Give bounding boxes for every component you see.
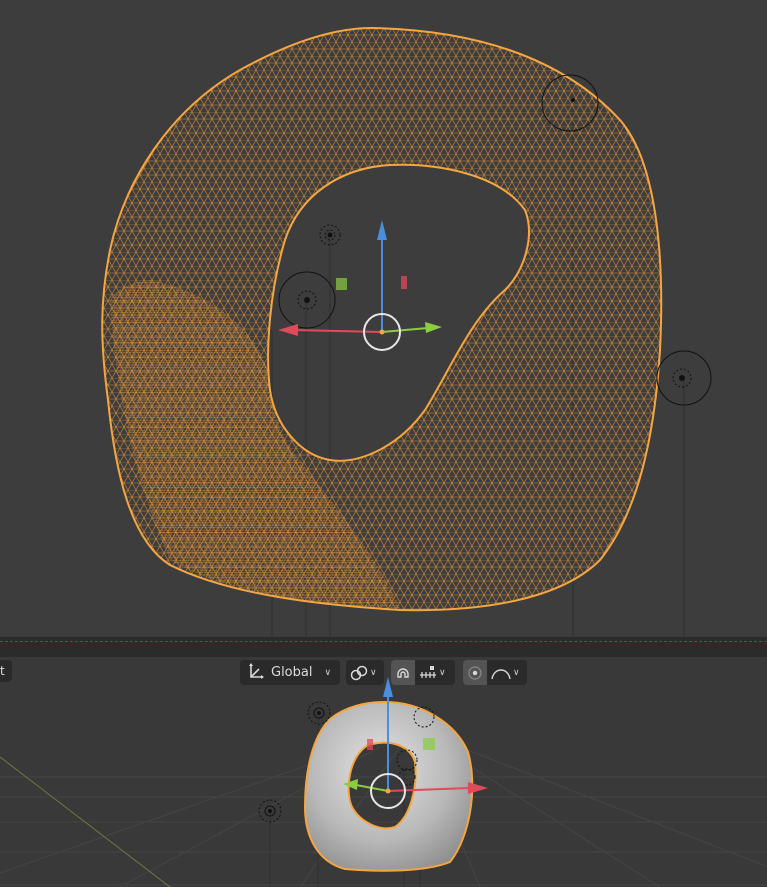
splitter-dashed-line <box>0 641 767 642</box>
proportional-edit-icon[interactable] <box>463 660 487 685</box>
transform-gizmo[interactable] <box>278 220 442 351</box>
chevron-down-icon: ∨ <box>324 667 332 678</box>
proportional-edit-controls[interactable]: ∨ <box>463 660 527 685</box>
falloff-curve-icon[interactable] <box>491 660 511 685</box>
pivot-point-dropdown[interactable]: ∨ <box>346 660 384 685</box>
snap-magnet-icon[interactable] <box>391 660 415 685</box>
viewport-top-wireframe[interactable] <box>0 0 767 637</box>
wireframe-canvas <box>101 26 712 637</box>
mode-selector-stub[interactable]: t <box>0 660 12 682</box>
orientation-axes-icon <box>247 662 265 684</box>
chevron-down-icon: ∨ <box>370 667 377 678</box>
snapping-controls[interactable]: ∨ <box>391 660 455 685</box>
orientation-label: Global <box>271 665 313 680</box>
area-splitter[interactable] <box>0 637 767 657</box>
chevron-down-icon: ∨ <box>513 667 520 678</box>
chevron-down-icon: ∨ <box>439 667 446 678</box>
solid-canvas <box>0 677 767 887</box>
mode-selector-label: t <box>0 664 5 678</box>
transform-orientation-dropdown[interactable]: Global ∨ <box>240 660 340 685</box>
pivot-point-icon <box>350 660 368 685</box>
snap-increment-icon[interactable] <box>419 660 437 685</box>
viewport-bottom-solid[interactable] <box>0 657 767 887</box>
